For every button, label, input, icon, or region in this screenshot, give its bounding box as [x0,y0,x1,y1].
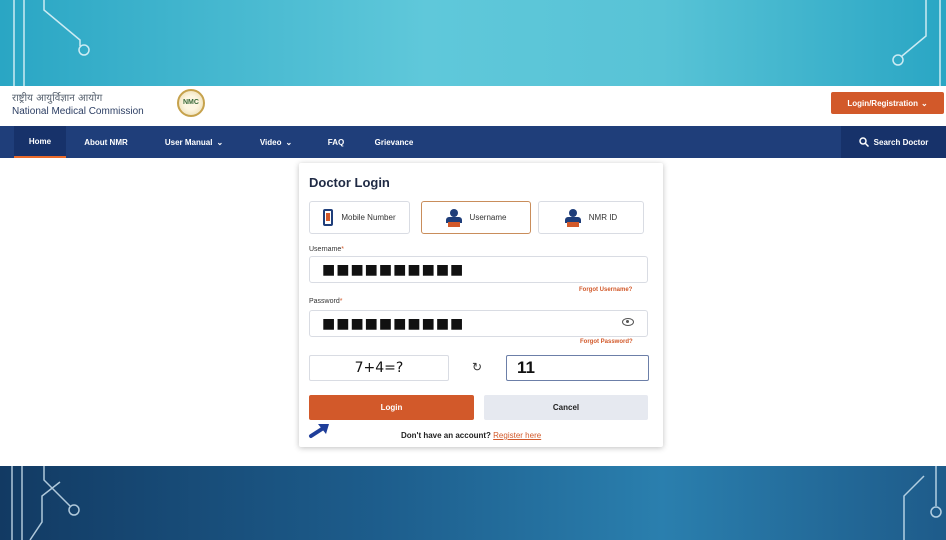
nav-label: Grievance [374,137,414,147]
user-icon [564,208,581,227]
captcha-text: 7+4=? [354,360,404,376]
username-label: Username* [309,246,345,253]
captcha-answer: 11 [517,358,535,377]
tab-label: Username [469,213,507,222]
login-button[interactable]: Login [309,395,474,420]
org-name: National Medical Commission [12,106,144,117]
refresh-icon[interactable]: ↻ [472,360,482,374]
nav-label: Home [28,136,52,146]
search-icon [858,137,869,147]
login-registration-button[interactable]: Login/Registration ⌄ [831,92,944,114]
nav-label: Video [259,137,282,147]
tab-nmr-id[interactable]: NMR ID [538,201,644,234]
nav-user-manual[interactable]: User Manual ⌄ [150,126,238,158]
password-value: ■■■■■■■■■■ [322,315,465,332]
tab-label: NMR ID [588,213,618,222]
bottom-decorative-banner [0,466,946,540]
nav-faq[interactable]: FAQ [318,126,354,158]
nav-label: About NMR [84,137,128,147]
captcha-answer-input[interactable]: 11 [506,355,649,381]
search-doctor-button[interactable]: Search Doctor [841,126,946,158]
org-name-hindi: राष्ट्रीय आयुर्विज्ञान आयोग [12,93,103,104]
user-icon [445,208,462,227]
username-value: ■■■■■■■■■■ [322,261,465,278]
no-account-text: Don't have an account? [401,431,491,440]
search-doctor-label: Search Doctor [873,137,929,147]
password-label: Password* [309,298,343,305]
register-prompt: Don't have an account? Register here [401,431,541,440]
username-input[interactable]: ■■■■■■■■■■ [309,256,648,283]
tab-username[interactable]: Username [421,201,531,234]
logo-text: NMC [183,99,199,106]
password-label-text: Password [309,298,340,305]
login-button-label: Login [380,403,403,412]
username-label-text: Username [309,246,342,253]
phone-icon [323,209,334,226]
nav-grievance[interactable]: Grievance [362,126,426,158]
nav-label: FAQ [327,137,345,147]
nmc-logo[interactable]: NMC [177,89,205,117]
main-navbar [0,126,946,158]
chevron-down-icon: ⌄ [216,137,224,147]
circuit-decoration [11,466,942,540]
tab-mobile-number[interactable]: Mobile Number [309,201,410,234]
chevron-down-icon: ⌄ [920,98,928,108]
nav-home[interactable]: Home [14,126,66,158]
pointer-arrow-icon [309,424,329,438]
top-decorative-banner [0,0,946,86]
circuit-decoration [13,0,941,86]
chevron-down-icon: ⌄ [285,137,293,147]
forgot-password-link[interactable]: Forgot Password? [580,339,633,345]
nav-label: User Manual [164,137,213,147]
forgot-username-link[interactable]: Forgot Username? [579,287,632,293]
cancel-button[interactable]: Cancel [484,395,648,420]
password-input[interactable]: ■■■■■■■■■■ [309,310,648,337]
eye-icon[interactable] [622,318,634,326]
captcha-display: 7+4=? [309,355,449,381]
login-registration-label: Login/Registration [847,98,918,108]
nav-about-nmr[interactable]: About NMR [72,126,140,158]
card-title: Doctor Login [309,175,390,190]
cancel-button-label: Cancel [552,403,580,412]
nav-video[interactable]: Video ⌄ [248,126,304,158]
register-here-link[interactable]: Register here [493,431,541,440]
tab-label: Mobile Number [341,213,396,222]
